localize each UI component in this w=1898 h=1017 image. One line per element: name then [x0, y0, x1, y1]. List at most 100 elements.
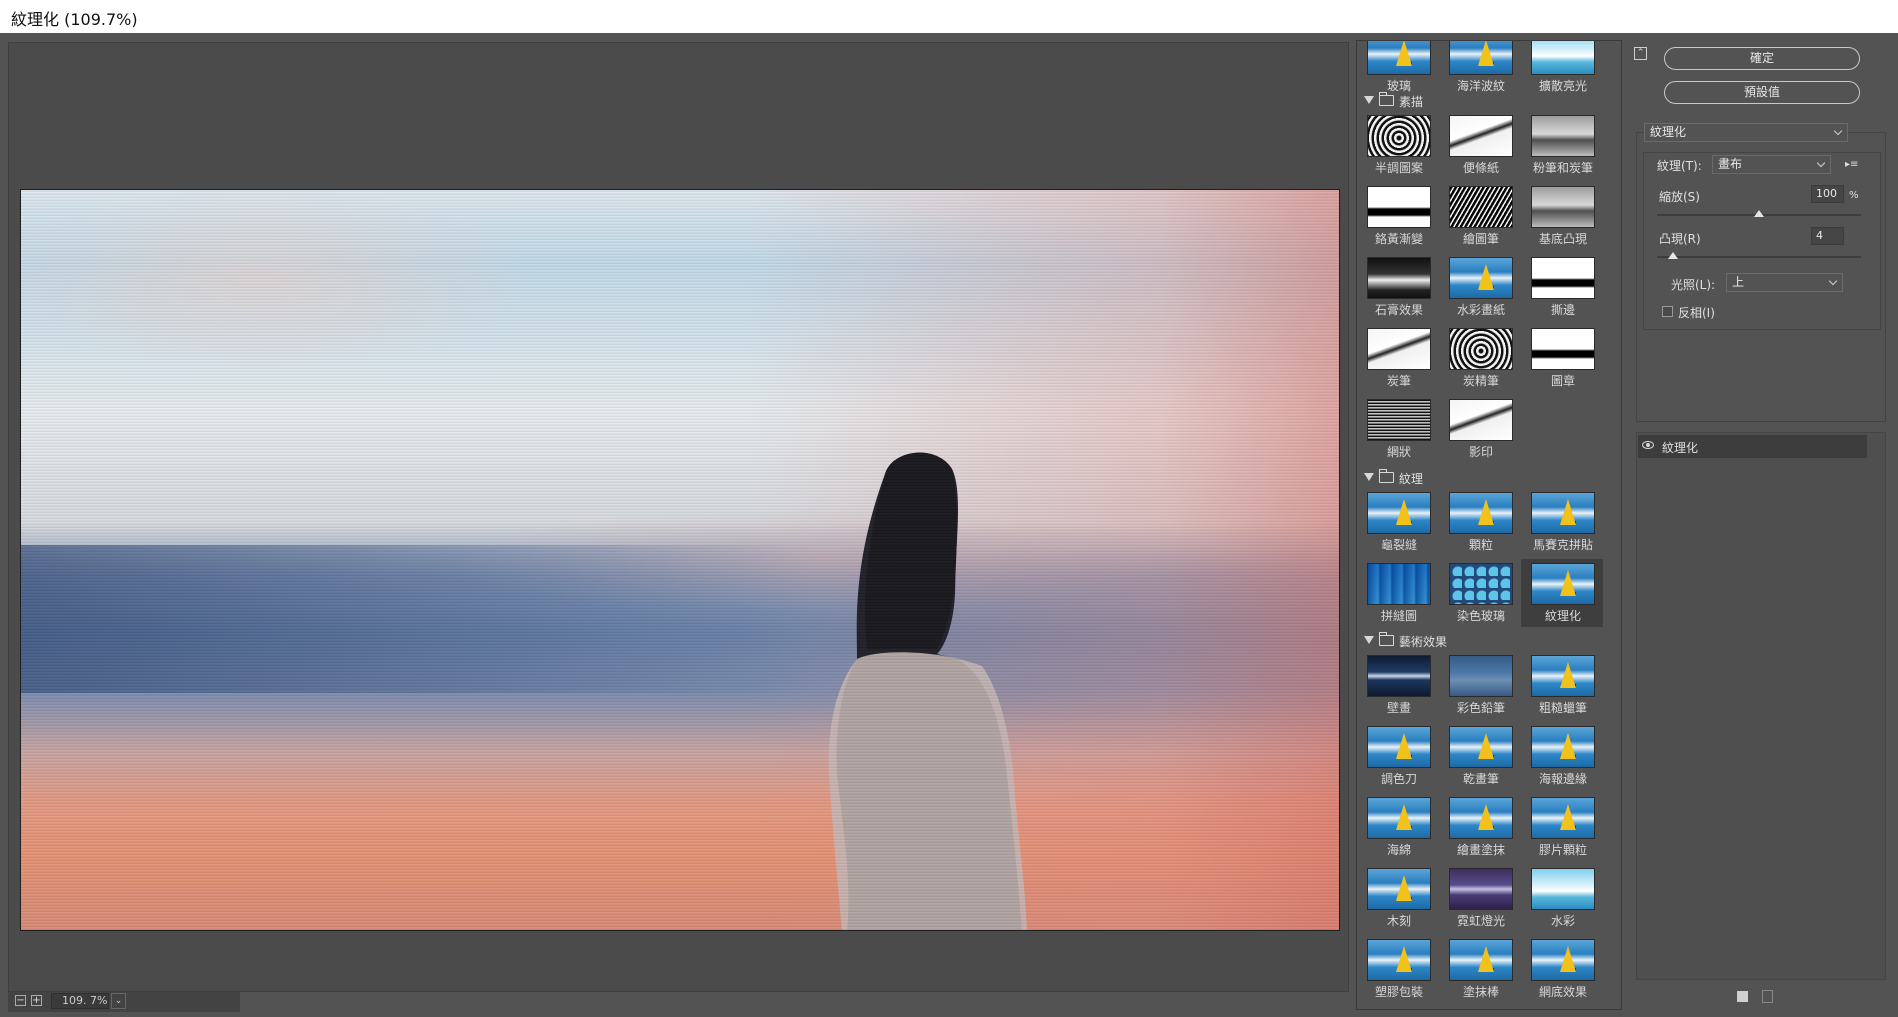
collapse-gallery-icon[interactable]: ⌃: [1634, 47, 1647, 60]
filter-thumb[interactable]: 半調圖案: [1357, 111, 1437, 179]
expand-triangle-icon[interactable]: [1364, 636, 1374, 644]
filter-name: 紋理化: [1544, 609, 1581, 623]
filter-thumb[interactable]: 鉻黃漸變: [1357, 182, 1437, 250]
filter-name: 木刻: [1386, 914, 1411, 928]
filter-thumb-selected[interactable]: 紋理化: [1521, 559, 1603, 627]
filter-preview-image: [1367, 257, 1431, 299]
category-artistic[interactable]: 藝術效果: [1357, 631, 1605, 651]
texture-menu-icon[interactable]: ▸≡: [1845, 159, 1859, 171]
filter-name: 網狀: [1386, 445, 1411, 459]
filter-thumb[interactable]: 撕邊: [1521, 253, 1601, 321]
zoom-value[interactable]: 109. 7%: [51, 993, 109, 1009]
filter-name: 水彩: [1550, 914, 1575, 928]
filter-name: 塑膠包裝: [1374, 985, 1423, 999]
filter-name: 調色刀: [1380, 772, 1417, 786]
zoom-bar: − + 109. 7% ⌄: [8, 992, 240, 1012]
filter-thumb[interactable]: 霓虹燈光: [1439, 864, 1519, 932]
filter-thumb[interactable]: 乾畫筆: [1439, 722, 1519, 790]
filter-preview-image: [1367, 328, 1431, 370]
filter-thumb[interactable]: 基底凸現: [1521, 182, 1601, 250]
filter-thumb[interactable]: 顆粒: [1439, 488, 1519, 556]
filter-preview-image: [1367, 492, 1431, 534]
filter-thumb[interactable]: 海綿: [1357, 793, 1437, 861]
light-label: 光照(L):: [1671, 278, 1716, 292]
preview-image[interactable]: [20, 189, 1340, 931]
relief-slider-handle[interactable]: [1668, 252, 1679, 259]
filter-name: 便條紙: [1462, 161, 1499, 175]
filter-preview-image: [1449, 115, 1513, 157]
scaling-input[interactable]: 100: [1811, 185, 1844, 203]
folder-icon: [1379, 469, 1394, 483]
folder-icon: [1379, 632, 1394, 646]
filter-preview-image: [1531, 563, 1595, 605]
filter-thumb[interactable]: 粗糙蠟筆: [1521, 651, 1601, 719]
filter-preview-image: [1367, 655, 1431, 697]
chevron-down-icon: [1828, 276, 1838, 286]
filter-thumb[interactable]: 塑膠包裝: [1357, 935, 1437, 1003]
zoom-out-button[interactable]: −: [15, 995, 26, 1006]
filter-thumb[interactable]: 網底效果: [1521, 935, 1601, 1003]
filter-preview-image: [1449, 399, 1513, 441]
filter-thumb[interactable]: 壁畫: [1357, 651, 1437, 719]
filter-thumb[interactable]: 膠片顆粒: [1521, 793, 1601, 861]
invert-checkbox[interactable]: [1662, 306, 1673, 317]
filter-thumb[interactable]: 海洋波紋: [1439, 41, 1519, 97]
filter-preview-image: [1449, 797, 1513, 839]
canvas-texture: [21, 190, 1339, 930]
filter-thumb[interactable]: 炭筆: [1357, 324, 1437, 392]
filter-preview-image: [1449, 655, 1513, 697]
filter-preview-image: [1449, 328, 1513, 370]
filter-thumb[interactable]: 染色玻璃: [1439, 559, 1519, 627]
default-button[interactable]: 預設值: [1664, 81, 1860, 104]
filter-name: 水彩畫紙: [1456, 303, 1505, 317]
filter-thumb[interactable]: 網狀: [1357, 395, 1437, 463]
filter-name: 圖章: [1550, 374, 1575, 388]
eye-icon[interactable]: [1642, 441, 1654, 449]
filter-thumb[interactable]: 影印: [1439, 395, 1519, 463]
filter-thumb[interactable]: 繪畫塗抹: [1439, 793, 1519, 861]
filter-thumb[interactable]: 粉筆和炭筆: [1521, 111, 1601, 179]
filter-thumb[interactable]: 水彩: [1521, 864, 1601, 932]
filter-thumb[interactable]: 木刻: [1357, 864, 1437, 932]
filter-thumb[interactable]: 彩色鉛筆: [1439, 651, 1519, 719]
category-sketch[interactable]: 素描: [1357, 91, 1605, 111]
expand-triangle-icon[interactable]: [1364, 473, 1374, 481]
filter-name: 膠片顆粒: [1538, 843, 1587, 857]
zoom-in-button[interactable]: +: [31, 995, 42, 1006]
filter-thumb[interactable]: 繪圖筆: [1439, 182, 1519, 250]
filter-thumb[interactable]: 塗抹棒: [1439, 935, 1519, 1003]
relief-input[interactable]: 4: [1811, 227, 1844, 245]
filter-thumb[interactable]: 馬賽克拼貼: [1521, 488, 1601, 556]
filter-thumb[interactable]: 石膏效果: [1357, 253, 1437, 321]
filter-thumb[interactable]: 拼縫圖: [1357, 559, 1437, 627]
effect-layers-panel: [1636, 432, 1886, 980]
filter-preview-image: [1367, 939, 1431, 981]
light-select[interactable]: 上: [1726, 273, 1843, 292]
texture-select[interactable]: 畫布: [1712, 155, 1831, 174]
filter-preview-image: [1367, 726, 1431, 768]
trash-icon[interactable]: [1762, 990, 1773, 1003]
filter-thumb[interactable]: 便條紙: [1439, 111, 1519, 179]
category-texture[interactable]: 紋理: [1357, 468, 1605, 488]
new-effect-layer-icon[interactable]: [1737, 991, 1748, 1002]
folder-icon: [1379, 92, 1394, 106]
preview-area[interactable]: [8, 42, 1349, 992]
filter-preview-image: [1367, 186, 1431, 228]
filter-thumb[interactable]: 炭精筆: [1439, 324, 1519, 392]
filter-thumb[interactable]: 玻璃: [1357, 41, 1437, 97]
filter-select[interactable]: 紋理化: [1644, 123, 1848, 142]
filter-preview-image: [1367, 563, 1431, 605]
expand-triangle-icon[interactable]: [1364, 96, 1374, 104]
filter-thumb[interactable]: 調色刀: [1357, 722, 1437, 790]
filter-thumb[interactable]: 擴散亮光: [1521, 41, 1601, 97]
filter-thumb[interactable]: 海報邊緣: [1521, 722, 1601, 790]
zoom-dropdown-button[interactable]: ⌄: [111, 993, 126, 1009]
ok-button[interactable]: 確定: [1664, 47, 1860, 70]
filter-preview-image: [1531, 41, 1595, 75]
filter-thumb[interactable]: 龜裂縫: [1357, 488, 1437, 556]
relief-slider[interactable]: [1657, 256, 1861, 258]
filter-thumb[interactable]: 圖章: [1521, 324, 1601, 392]
filter-name: 海報邊緣: [1538, 772, 1587, 786]
filter-thumb[interactable]: 水彩畫紙: [1439, 253, 1519, 321]
scaling-slider-handle[interactable]: [1754, 210, 1764, 217]
